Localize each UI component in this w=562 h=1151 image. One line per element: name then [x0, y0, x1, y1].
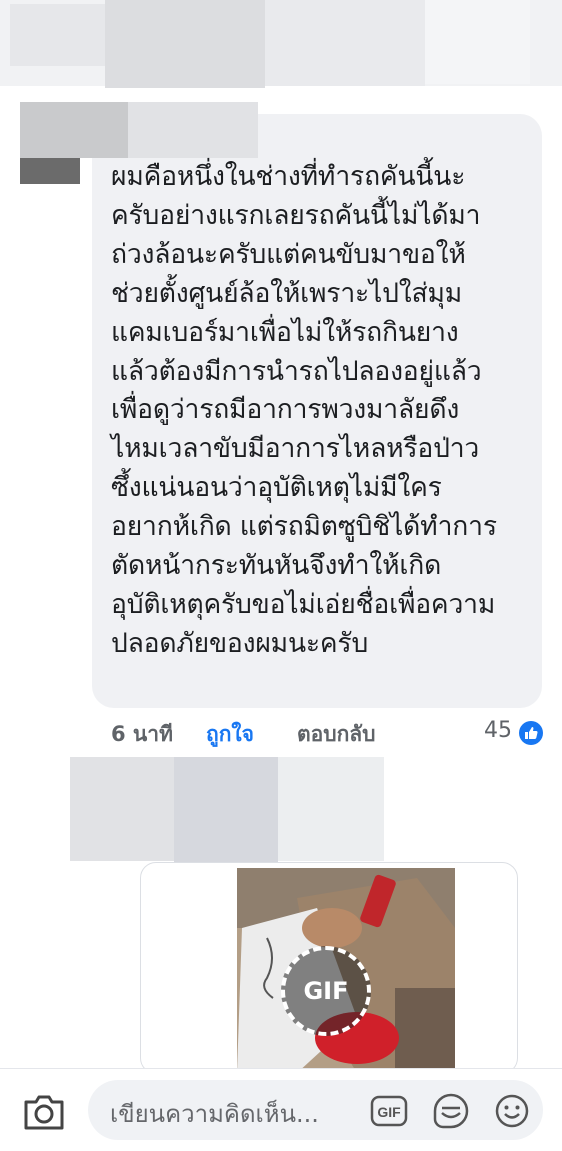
sticker-icon[interactable]	[432, 1093, 470, 1129]
redacted-reply-name	[278, 757, 384, 861]
redacted-block	[105, 0, 265, 88]
comment-time: 6 นาที	[111, 722, 173, 746]
redacted-reply-avatar	[70, 757, 174, 861]
camera-icon[interactable]	[22, 1092, 66, 1132]
gif-play-badge[interactable]: GIF	[281, 946, 371, 1036]
redacted-block	[10, 4, 105, 66]
redacted-block	[425, 0, 530, 84]
like-button[interactable]: ถูกใจ	[206, 718, 254, 751]
redacted-block	[265, 0, 425, 86]
reply-button[interactable]: ตอบกลับ	[297, 718, 376, 751]
redacted-reply-name	[174, 757, 278, 869]
redacted-commenter-name	[20, 102, 128, 158]
comment-text: ผมคือหนึ่งในช่างที่ทำรถคันนี้นะ ครับอย่า…	[111, 161, 497, 659]
svg-text:GIF: GIF	[377, 1104, 401, 1120]
like-thumb-icon[interactable]	[519, 721, 543, 745]
redacted-commenter-name	[128, 102, 258, 158]
gif-badge-label: GIF	[303, 977, 349, 1005]
comment-input-placeholder[interactable]: เขียนความคิดเห็น...	[110, 1094, 319, 1133]
emoji-icon[interactable]	[494, 1093, 530, 1129]
reaction-count[interactable]: 45	[484, 718, 512, 743]
gif-icon[interactable]: GIF	[370, 1095, 408, 1127]
